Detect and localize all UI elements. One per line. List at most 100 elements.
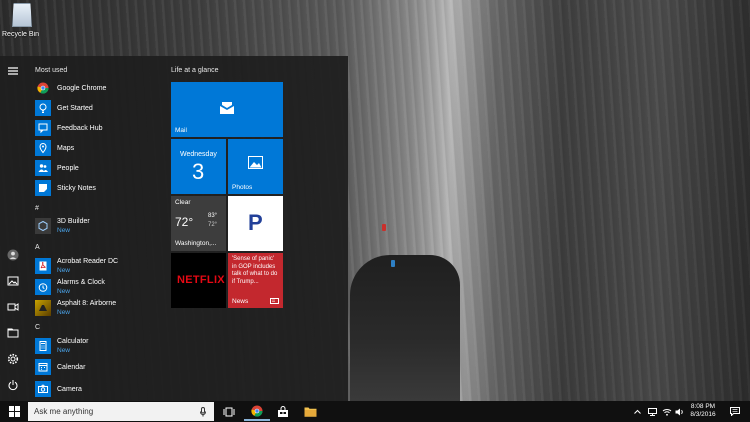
weather-location: Washington,... xyxy=(175,240,217,247)
weather-temperature: 72° xyxy=(175,215,194,229)
microphone-icon[interactable] xyxy=(200,406,206,417)
app-alarms-clock[interactable]: Alarms & Clock New xyxy=(35,277,105,297)
app-feedback-hub[interactable]: Feedback Hub xyxy=(35,118,103,138)
group-header-c[interactable]: C xyxy=(35,324,40,331)
weather-tile[interactable]: Clear 72° 83° 72° Washington,... xyxy=(171,196,226,251)
maps-icon xyxy=(35,140,51,156)
recycle-bin-shortcut[interactable]: Recycle Bin xyxy=(2,0,42,44)
app-sticky-notes[interactable]: Sticky Notes xyxy=(35,178,96,198)
app-get-started[interactable]: Get Started xyxy=(35,98,93,118)
app-name: Camera xyxy=(57,385,82,393)
calendar-icon xyxy=(35,359,51,375)
photos-tile-label: Photos xyxy=(232,184,253,191)
start-menu: Most used Google Chrome Get Started Feed… xyxy=(0,56,348,401)
news-tile-label: News xyxy=(232,298,249,305)
news-tile[interactable]: 'Sense of panic' in GOP includes talk of… xyxy=(228,253,283,308)
wallpaper-climber xyxy=(391,260,395,267)
calendar-tile[interactable]: Wednesday 3 xyxy=(171,139,226,194)
pandora-tile[interactable]: P xyxy=(228,196,283,251)
app-name: Calendar xyxy=(57,363,86,371)
task-view-button[interactable] xyxy=(216,402,242,421)
store-icon xyxy=(278,405,288,417)
feedback-icon xyxy=(35,120,51,136)
task-view-icon xyxy=(223,407,235,416)
wallpaper-shadow xyxy=(350,255,460,401)
app-name: Sticky Notes xyxy=(57,184,96,192)
lightbulb-icon xyxy=(35,100,51,116)
start-button[interactable] xyxy=(0,401,28,422)
taskbar-file-explorer-button[interactable] xyxy=(297,402,323,421)
app-people[interactable]: People xyxy=(35,158,79,178)
app-camera[interactable]: Camera xyxy=(35,379,82,399)
action-center-icon xyxy=(730,407,740,416)
pictures-icon[interactable] xyxy=(6,274,20,288)
mail-tile[interactable]: Mail xyxy=(171,82,283,137)
wifi-button[interactable] xyxy=(660,401,674,422)
app-asphalt-8[interactable]: Asphalt 8: Airborne New xyxy=(35,298,116,318)
clock-date: 8/3/2016 xyxy=(690,411,716,418)
app-name: Google Chrome xyxy=(57,84,107,92)
app-name: Maps xyxy=(57,144,75,152)
netflix-logo: NETFLIX xyxy=(177,274,225,286)
taskbar-chrome-button[interactable] xyxy=(244,402,270,421)
most-used-heading: Most used xyxy=(35,67,68,74)
pandora-logo-icon: P xyxy=(248,210,263,235)
app-google-chrome[interactable]: Google Chrome xyxy=(35,78,106,98)
app-name: Asphalt 8: Airborne xyxy=(57,300,117,307)
settings-gear-icon[interactable] xyxy=(6,352,20,366)
hamburger-menu-icon[interactable] xyxy=(6,64,20,78)
app-name: 3D Builder xyxy=(57,218,90,225)
group-header-a[interactable]: A xyxy=(35,244,40,251)
app-calculator[interactable]: Calculator New xyxy=(35,336,89,356)
news-icon xyxy=(270,298,279,304)
calendar-tile-date: 3 xyxy=(192,159,205,184)
wifi-icon xyxy=(662,408,672,416)
app-name: Calculator xyxy=(57,338,89,345)
tiles-group-heading: Life at a glance xyxy=(171,67,219,74)
photos-tile[interactable]: Photos xyxy=(228,139,283,194)
sticky-notes-icon xyxy=(35,180,51,196)
new-badge: New xyxy=(57,227,71,234)
app-name: People xyxy=(57,164,79,172)
show-hidden-icons-button[interactable] xyxy=(632,401,642,422)
windows-logo-icon xyxy=(8,406,20,417)
group-header-hash[interactable]: # xyxy=(35,205,39,212)
taskbar-clock[interactable]: 8:08 PM 8/3/2016 xyxy=(682,403,724,419)
camera-icon xyxy=(35,381,51,397)
mail-tile-label: Mail xyxy=(175,127,187,134)
new-badge: New xyxy=(57,347,71,354)
power-icon[interactable] xyxy=(6,378,20,392)
mail-icon xyxy=(220,102,234,114)
app-acrobat-reader-dc[interactable]: Acrobat Reader DC New xyxy=(35,256,118,276)
app-maps[interactable]: Maps xyxy=(35,138,74,158)
user-account-icon[interactable] xyxy=(6,248,20,262)
acrobat-icon xyxy=(35,258,51,274)
chrome-icon xyxy=(35,80,51,96)
app-3d-builder[interactable]: 3D Builder New xyxy=(35,216,90,236)
weather-low: 72° xyxy=(208,222,218,228)
file-explorer-icon xyxy=(304,407,316,417)
chevron-up-icon xyxy=(633,409,641,414)
new-badge: New xyxy=(57,309,71,316)
taskbar-store-button[interactable] xyxy=(270,402,296,421)
videos-icon[interactable] xyxy=(6,300,20,314)
network-icon xyxy=(647,407,657,416)
news-headline: 'Sense of panic' in GOP includes talk of… xyxy=(232,256,278,285)
3d-builder-icon xyxy=(35,218,51,234)
network-button[interactable] xyxy=(645,401,659,422)
photos-icon xyxy=(248,156,263,169)
search-placeholder: Ask me anything xyxy=(34,407,94,416)
app-name: Feedback Hub xyxy=(57,124,103,132)
taskbar: Ask me anything 8:08 PM 8/3/2016 xyxy=(0,401,750,422)
calculator-icon xyxy=(35,338,51,354)
weather-condition: Clear xyxy=(175,199,191,206)
new-badge: New xyxy=(57,267,71,274)
wallpaper-climber xyxy=(382,224,386,231)
netflix-tile[interactable]: NETFLIX xyxy=(171,253,226,308)
app-name: Alarms & Clock xyxy=(57,279,105,286)
file-explorer-icon[interactable] xyxy=(6,326,20,340)
action-center-button[interactable] xyxy=(728,401,742,422)
app-calendar[interactable]: Calendar xyxy=(35,357,85,377)
alarm-clock-icon xyxy=(35,279,51,295)
cortana-search-box[interactable]: Ask me anything xyxy=(28,402,214,421)
